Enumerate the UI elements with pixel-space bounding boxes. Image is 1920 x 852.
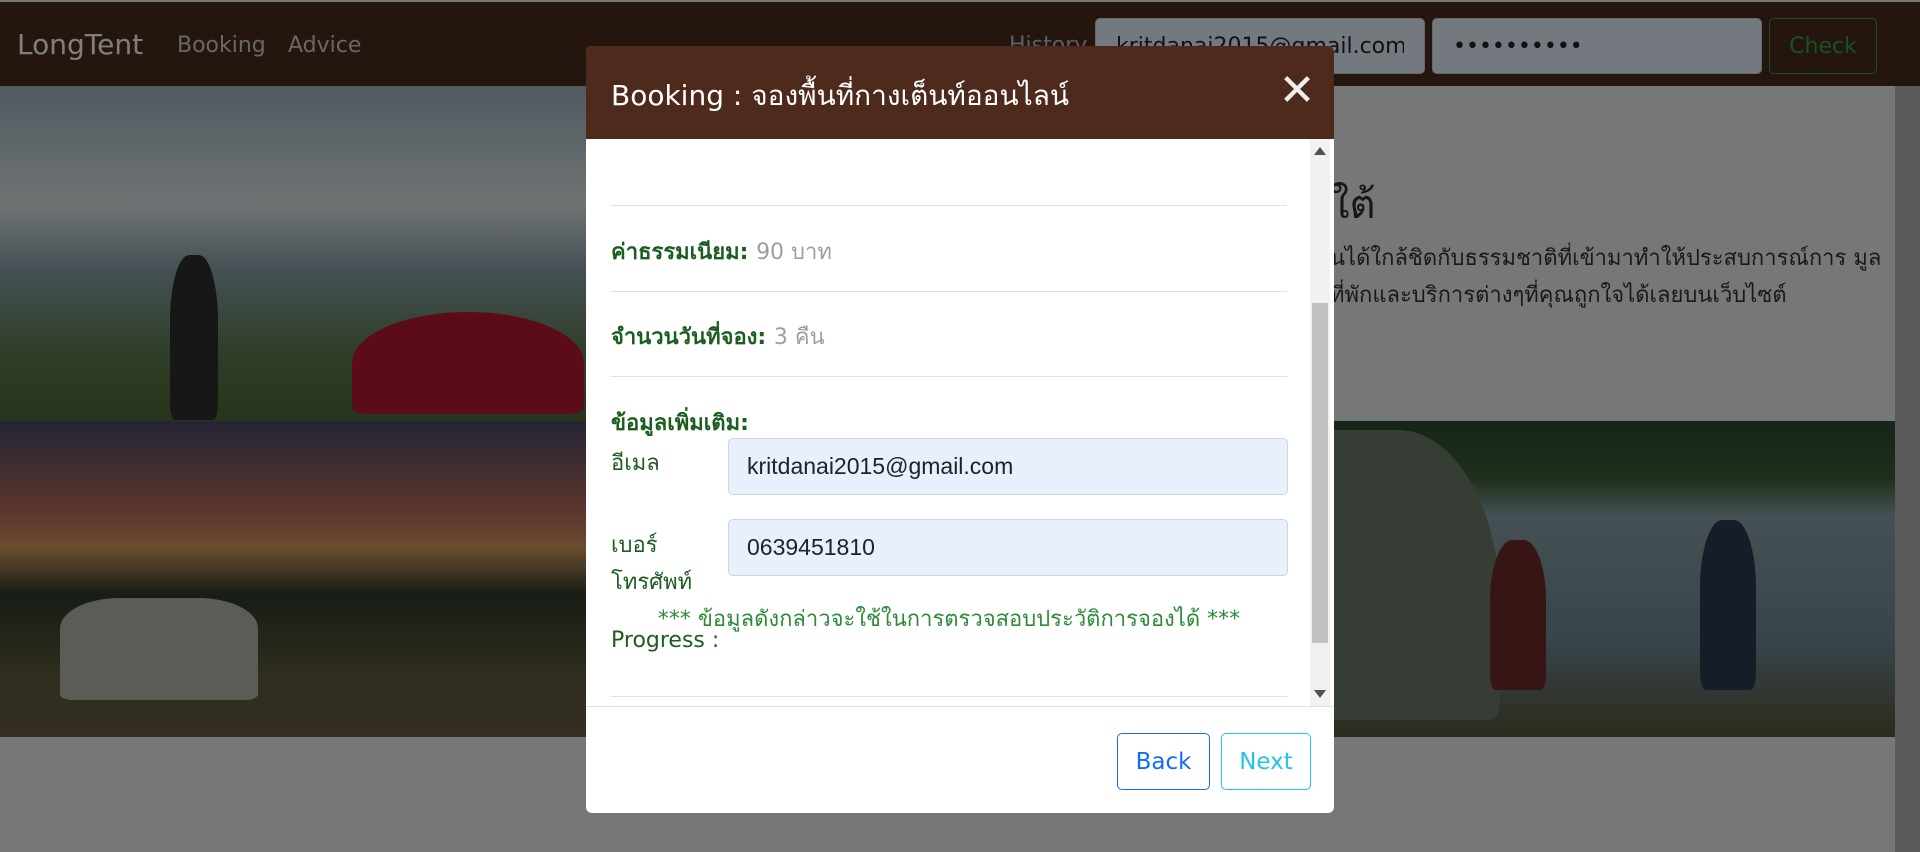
fee-row: ค่าธรรมเนียม: 90 บาท: [611, 234, 832, 269]
modal-header: Booking : จองพื้นที่กางเต็นท์ออนไลน์ ✕: [586, 46, 1334, 139]
email-field[interactable]: [728, 438, 1288, 495]
divider: [611, 205, 1287, 206]
nights-label: จำนวนวันที่จอง:: [611, 325, 767, 350]
booking-modal: Booking : จองพื้นที่กางเต็นท์ออนไลน์ ✕ ค…: [586, 46, 1334, 813]
scroll-up-icon[interactable]: [1314, 147, 1326, 155]
back-button[interactable]: Back: [1117, 733, 1210, 790]
email-label: อีเมล: [611, 451, 660, 476]
nights-row: จำนวนวันที่จอง: 3 คืน: [611, 319, 825, 354]
progress-label: Progress :: [611, 628, 720, 653]
modal-body[interactable]: ค่าธรรมเนียม: 90 บาท จำนวนวันที่จอง: 3 ค…: [586, 139, 1334, 706]
nights-value: 3 คืน: [773, 325, 825, 350]
scrollbar-thumb[interactable]: [1312, 303, 1328, 643]
scroll-down-icon[interactable]: [1314, 690, 1326, 698]
modal-title: Booking : จองพื้นที่กางเต็นท์ออนไลน์: [611, 79, 1070, 112]
page-scrollbar[interactable]: [1895, 86, 1920, 852]
divider: [611, 376, 1287, 377]
phone-label: เบอร์ โทรศัพท์: [611, 533, 693, 595]
modal-footer: Back Next: [586, 706, 1334, 813]
next-button[interactable]: Next: [1221, 733, 1311, 790]
extra-info-heading: ข้อมูลเพิ่มเติม:: [611, 411, 749, 436]
close-icon[interactable]: ✕: [1276, 69, 1318, 113]
divider: [611, 291, 1287, 292]
phone-field[interactable]: [728, 519, 1288, 576]
fee-value: 90 บาท: [756, 240, 832, 265]
modal-scrollbar[interactable]: [1310, 139, 1330, 706]
divider: [611, 696, 1287, 697]
fee-label: ค่าธรรมเนียม:: [611, 240, 749, 265]
